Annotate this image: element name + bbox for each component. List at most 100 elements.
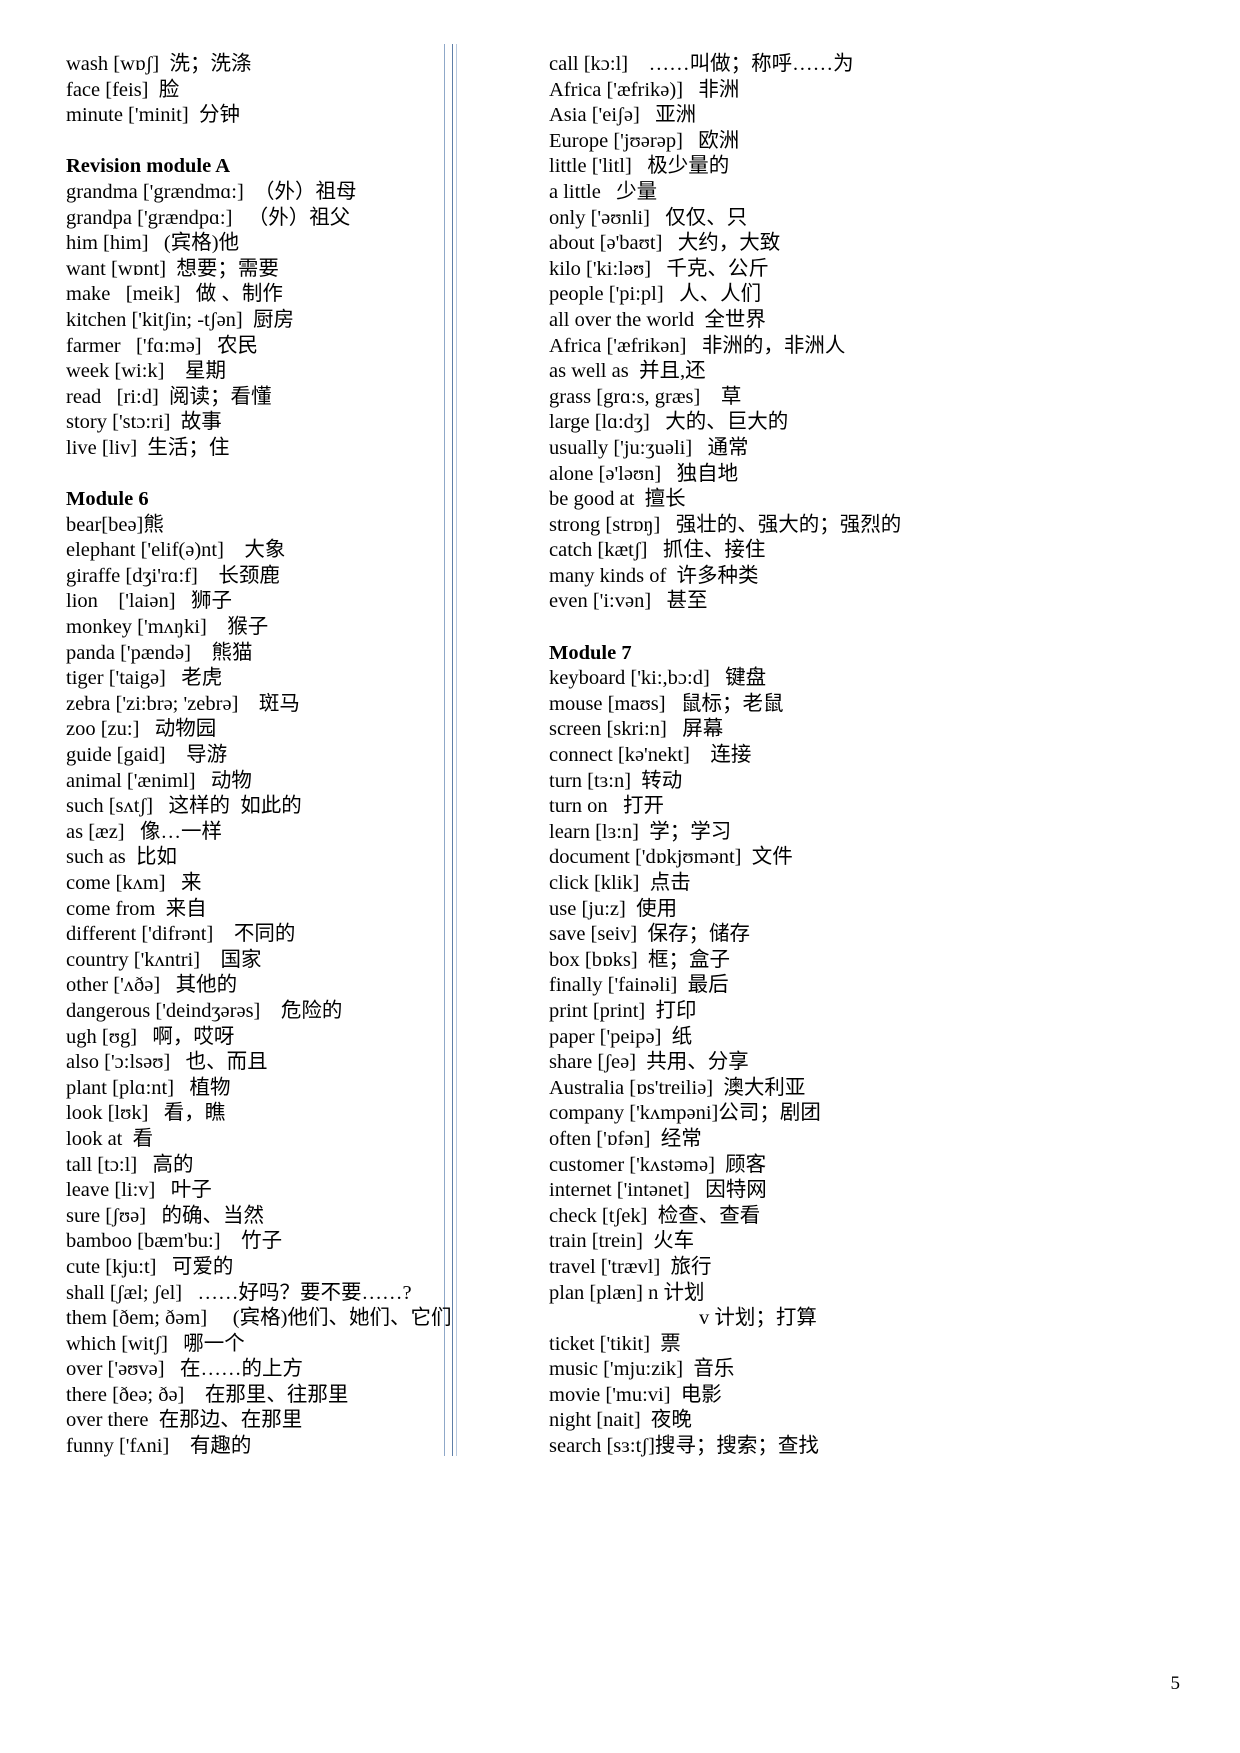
- vocabulary-entry: internet ['intənet] 因特网: [549, 1179, 767, 1202]
- vocabulary-entry: grass [grɑ:s, græs] 草: [549, 385, 742, 408]
- vocabulary-entry: screen [skri:n] 屏幕: [549, 718, 724, 741]
- vocabulary-entry: read [ri:d] 阅读；看懂: [66, 385, 272, 408]
- vocabulary-entry: only ['əʊnli] 仅仅、只: [549, 206, 748, 229]
- vocabulary-entry: tall [tɔ:l] 高的: [66, 1153, 194, 1176]
- vocabulary-entry: panda ['pændə] 熊猫: [66, 641, 253, 664]
- vocabulary-entry: share [ʃeə] 共用、分享: [549, 1051, 749, 1074]
- vocabulary-entry: week [wi:k] 星期: [66, 360, 226, 383]
- vocabulary-entry: alone [ə'ləʊn] 独自地: [549, 462, 739, 485]
- vocabulary-entry: cute [kju:t] 可爱的: [66, 1255, 234, 1278]
- vocabulary-entry: music ['mju:zik] 音乐: [549, 1358, 735, 1381]
- vocabulary-entry: save [seiv] 保存；储存: [549, 923, 750, 946]
- page-number: 5: [1170, 1673, 1181, 1694]
- vocabulary-entry: over there 在那边、在那里: [66, 1409, 303, 1432]
- vocabulary-entry: print [print] 打印: [549, 999, 697, 1022]
- vocabulary-entry: look [lʊk] 看，瞧: [66, 1102, 226, 1125]
- vocabulary-entry: them [ðem; ðəm] (宾格)他们、她们、它们: [66, 1307, 452, 1330]
- vocabulary-entry: call [kɔ:l] ……叫做；称呼……为: [549, 53, 854, 75]
- vocabulary-entry: face [feis] 脸: [66, 78, 180, 101]
- vocabulary-entry: as [æz] 像…一样: [66, 820, 223, 843]
- vocabulary-entry: such [sʌtʃ] 这样的 如此的: [66, 795, 302, 818]
- vocabulary-entry: Europe ['jʊərəp] 欧洲: [549, 129, 740, 152]
- left-column: wash [wɒʃ] 洗；洗涤 face [feis] 脸 minute ['min…: [0, 52, 452, 1460]
- vocabulary-entry: company ['kʌmpəni]公司；剧团: [549, 1102, 821, 1125]
- vocabulary-entry: usually ['ju:ʒuəli] 通常: [549, 436, 749, 459]
- section-heading: Module 6: [66, 488, 149, 511]
- vocabulary-entry: which [witʃ] 哪一个: [66, 1332, 245, 1355]
- vocabulary-entry: check [tʃek] 检查、查看: [549, 1204, 761, 1227]
- vocabulary-entry: leave [li:v] 叶子: [66, 1179, 212, 1202]
- vocabulary-entry: come [kʌm] 来: [66, 872, 202, 894]
- vocabulary-entry: kilo ['ki:ləʊ] 千克、公斤: [549, 257, 769, 280]
- vocabulary-entry: look at 看: [66, 1127, 154, 1150]
- vocabulary-entry: a little 少量: [549, 180, 658, 203]
- vocabulary-entry: other ['ʌðə] 其他的: [66, 974, 238, 997]
- vocabulary-entry: animal ['æniml] 动物: [66, 769, 252, 792]
- vocabulary-entry: document ['dɒkjʊmənt] 文件: [549, 846, 793, 869]
- vocabulary-entry: paper ['peipə] 纸: [549, 1025, 693, 1048]
- vocabulary-entry: plant [plɑ:nt] 植物: [66, 1076, 231, 1099]
- vocabulary-entry: finally ['fainəli] 最后: [549, 974, 729, 997]
- vocabulary-entry: farmer ['fɑ:mə] 农民: [66, 334, 259, 357]
- vocabulary-entry: Africa ['æfrikə)] 非洲: [549, 78, 740, 101]
- vocabulary-entry: zebra ['zi:brə; 'zebrə] 斑马: [66, 692, 300, 715]
- vocabulary-entry: turn on 打开: [549, 795, 665, 818]
- vocabulary-entry: little ['litl] 极少量的: [549, 155, 730, 178]
- vocabulary-entry: also ['ɔ:lsəʊ] 也、而且: [66, 1051, 268, 1074]
- vocabulary-entry: people ['pi:pl] 人、人们: [549, 283, 762, 306]
- vocabulary-columns: wash [wɒʃ] 洗；洗涤 face [feis] 脸 minute ['min…: [0, 52, 1240, 1460]
- vocabulary-entry: want [wɒnt] 想要；需要: [66, 257, 279, 280]
- vocabulary-entry: such as 比如: [66, 846, 178, 869]
- vocabulary-entry: tiger ['taigə] 老虎: [66, 667, 223, 690]
- vocabulary-entry: grandpa ['grændpɑ:] （外）祖父: [66, 206, 351, 229]
- vocabulary-entry: guide [gaid] 导游: [66, 744, 228, 767]
- vocabulary-entry: Africa ['æfrikən] 非洲的，非洲人: [549, 334, 846, 357]
- vocabulary-entry: there [ðeə; ðə] 在那里、往那里: [66, 1383, 349, 1406]
- vocabulary-entry: use [ju:z] 使用: [549, 897, 678, 920]
- vocabulary-entry: country ['kʌntri] 国家: [66, 948, 262, 971]
- document-page: wash [wɒʃ] 洗；洗涤 face [feis] 脸 minute ['min…: [0, 0, 1240, 1753]
- vocabulary-entry: many kinds of 许多种类: [549, 564, 759, 587]
- vocabulary-entry: mouse [maʊs] 鼠标；老鼠: [549, 692, 784, 715]
- vocabulary-entry: even ['i:vən] 甚至: [549, 590, 708, 613]
- vocabulary-entry: lion ['laiən] 狮子: [66, 590, 232, 613]
- vocabulary-entry: minute ['minit] 分钟: [66, 104, 240, 127]
- vocabulary-entry: different ['difrənt] 不同的: [66, 923, 296, 946]
- vocabulary-entry: story ['stɔ:ri] 故事: [66, 411, 222, 434]
- vocabulary-entry: bamboo [bæm'bu:] 竹子: [66, 1230, 283, 1253]
- vocabulary-entry: him [him] (宾格)他: [66, 232, 240, 255]
- vocabulary-entry: click [klik] 点击: [549, 872, 691, 894]
- vocabulary-entry: shall [ʃæl; ʃel] ……好吗？要不要……?: [66, 1281, 412, 1304]
- vocabulary-entry: keyboard ['ki:,bɔ:d] 键盘: [549, 667, 767, 690]
- vocabulary-entry: make [meik] 做 、制作: [66, 283, 283, 306]
- vocabulary-entry: Australia [ɒs'treiliə] 澳大利亚: [549, 1076, 806, 1099]
- vocabulary-entry: often ['ɒfən] 经常: [549, 1127, 702, 1150]
- vocabulary-entry: giraffe [dʒi'rɑ:f] 长颈鹿: [66, 564, 280, 587]
- vocabulary-entry: sure [ʃʊə] 的确、当然: [66, 1204, 264, 1227]
- vocabulary-entry: kitchen ['kitʃin; -tʃən] 厨房: [66, 308, 294, 331]
- section-heading: Revision module A: [66, 155, 231, 178]
- vocabulary-entry: come from 来自: [66, 897, 207, 920]
- entry-continuation: v 计划；打算: [699, 1307, 817, 1330]
- vocabulary-entry: search [sɜ:tʃ]搜寻；搜索；查找: [549, 1435, 819, 1458]
- vocabulary-entry: movie ['mu:vi] 电影: [549, 1383, 722, 1406]
- vocabulary-entry: box [bɒks] 框；盒子: [549, 948, 730, 971]
- vocabulary-entry: travel ['trævl] 旅行: [549, 1255, 712, 1278]
- vocabulary-entry: night [nait] 夜晚: [549, 1409, 692, 1432]
- vocabulary-entry: ugh [ʊg] 啊，哎呀: [66, 1025, 235, 1048]
- vocabulary-entry: grandma ['grændmɑ:] （外）祖母: [66, 180, 357, 203]
- vocabulary-entry: funny ['fʌni] 有趣的: [66, 1435, 252, 1458]
- vocabulary-entry: bear[beə]熊: [66, 513, 164, 536]
- vocabulary-entry: learn [lɜ:n] 学；学习: [549, 820, 732, 843]
- right-column: call [kɔ:l] ……叫做；称呼……为 Africa ['æfrikə)] …: [445, 52, 1065, 1460]
- vocabulary-entry: monkey ['mʌŋki] 猴子: [66, 616, 269, 639]
- vocabulary-entry: large [lɑ:dʒ] 大的、巨大的: [549, 411, 789, 434]
- vocabulary-entry: connect [kə'nekt] 连接: [549, 744, 752, 767]
- vocabulary-entry: wash [wɒʃ] 洗；洗涤: [66, 53, 252, 75]
- vocabulary-entry: turn [tɜ:n] 转动: [549, 769, 683, 792]
- vocabulary-entry: Asia ['eiʃə] 亚洲: [549, 104, 697, 127]
- vocabulary-entry: all over the world 全世界: [549, 308, 766, 331]
